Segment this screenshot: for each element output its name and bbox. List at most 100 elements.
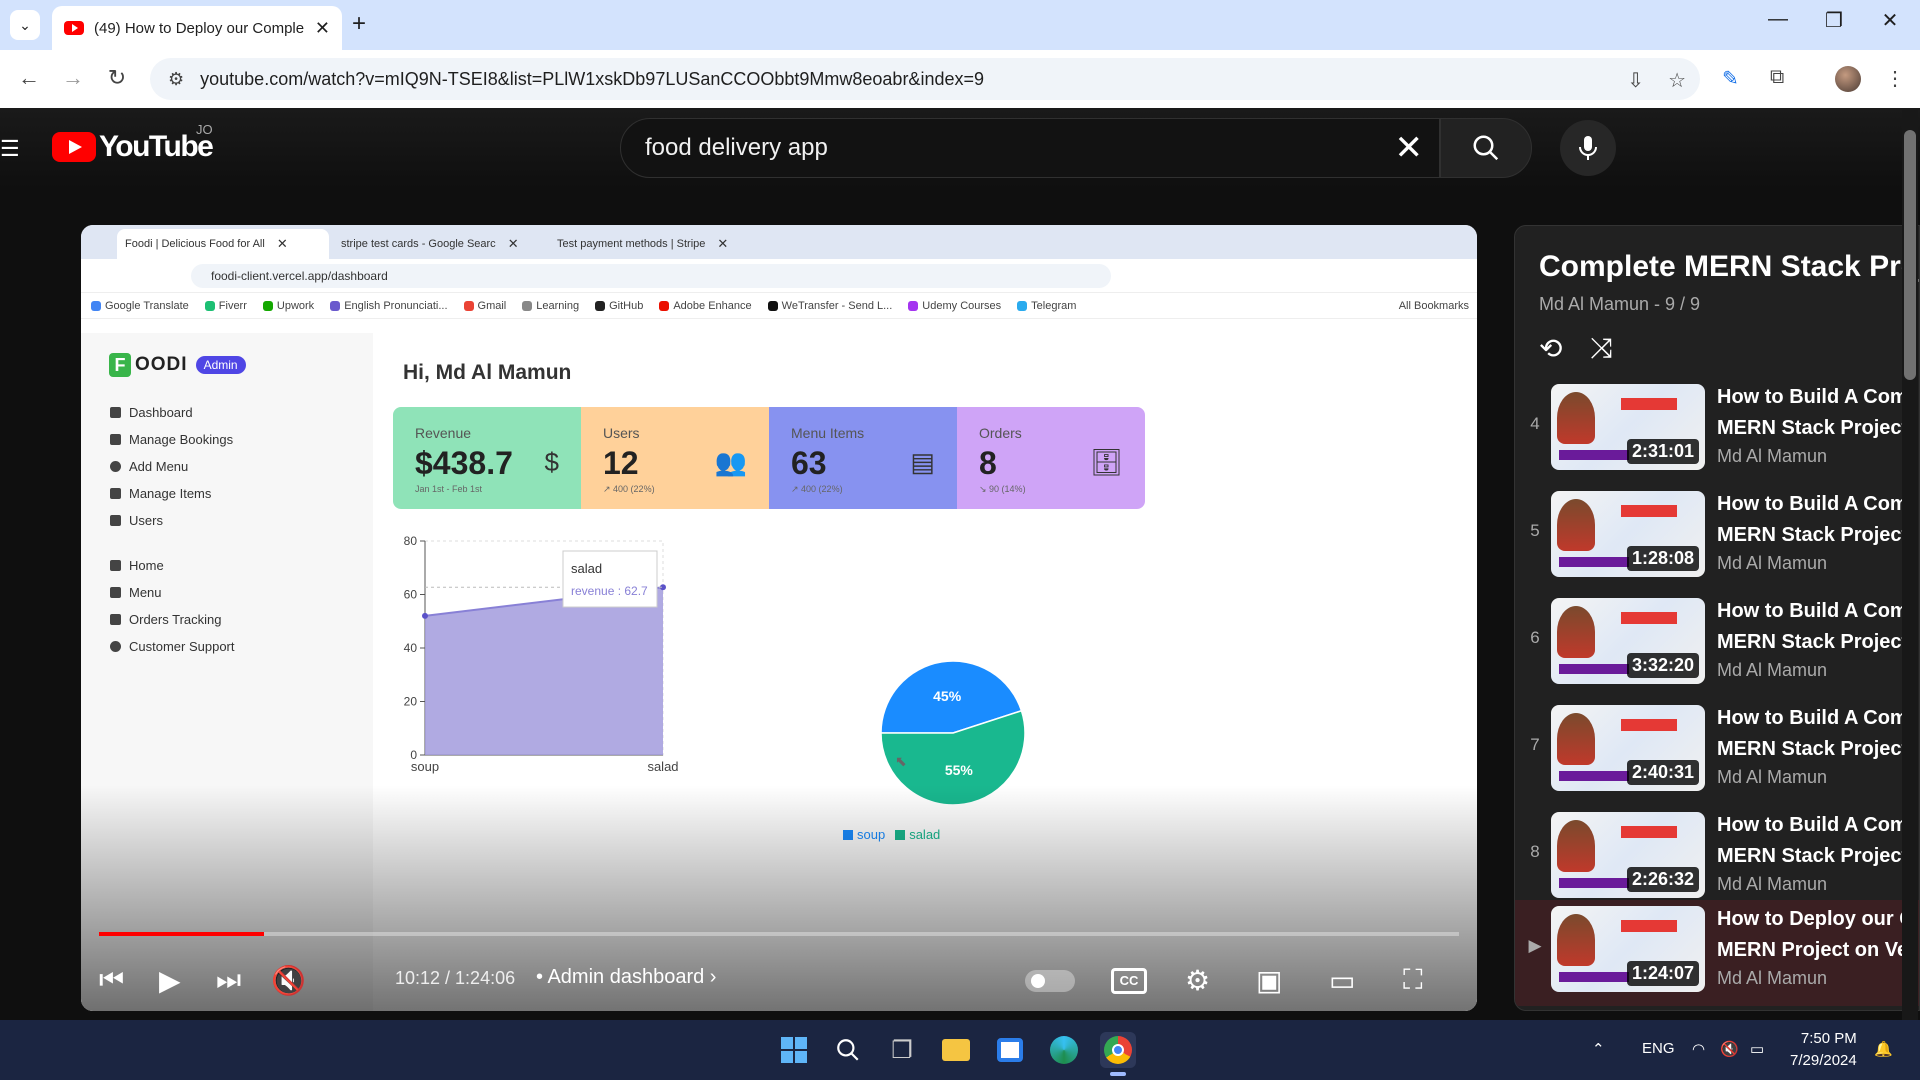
task-view-icon[interactable]: ❐ — [884, 1032, 920, 1068]
next-icon[interactable]: ⏭ — [216, 964, 241, 997]
tooltip-value: revenue : 62.7 — [571, 584, 648, 598]
browser-tab-strip: ⌄ (49) How to Deploy our Comple ✕ + — ❐ … — [0, 0, 1920, 50]
menu-icon[interactable]: ☰ — [0, 136, 20, 162]
tab-search-button[interactable]: ⌄ — [10, 10, 40, 40]
close-window-button[interactable]: ✕ — [1870, 8, 1910, 33]
more-menu-icon[interactable]: ⋮ — [1885, 66, 1905, 91]
video-author: Md Al Mamun — [1717, 660, 1828, 680]
video-tab-label: Test payment methods | Stripe — [557, 238, 706, 250]
close-icon[interactable]: ✕ — [315, 18, 330, 39]
video-author: Md Al Mamun — [1717, 553, 1828, 573]
search-query: food delivery app — [645, 134, 828, 161]
bookmark-item: Gmail — [463, 300, 506, 312]
video-thumbnail: 2:26:32 — [1551, 812, 1705, 898]
video-thumbnail: 1:28:08 — [1551, 491, 1705, 577]
video-player[interactable]: Foodi | Delicious Food for All ✕ stripe t… — [81, 225, 1477, 1011]
y-tick-label: 80 — [404, 534, 418, 548]
language-indicator[interactable]: ENG — [1642, 1040, 1675, 1057]
chrome-icon[interactable] — [1100, 1032, 1136, 1068]
search-input[interactable]: food delivery app ✕ — [620, 118, 1440, 178]
voice-search-button[interactable] — [1560, 120, 1616, 176]
video-author: Md Al Mamun — [1717, 767, 1828, 787]
country-code: JO — [196, 122, 213, 137]
system-clock[interactable]: 7:50 PM 7/29/2024 — [1790, 1028, 1857, 1072]
dashboard-icon — [110, 407, 121, 418]
muted-volume-icon[interactable]: 🔇 — [271, 964, 306, 997]
bookmark-item: Fiverr — [204, 300, 247, 312]
profile-avatar[interactable] — [1835, 66, 1861, 92]
minimize-button[interactable]: — — [1758, 8, 1798, 31]
pie-label-soup: 45% — [933, 688, 962, 704]
miniplayer-icon[interactable]: ▣ — [1256, 964, 1282, 997]
playlist-item-current[interactable]: ▶ 1:24:07 How to Deploy our CompleteMERN… — [1515, 900, 1919, 1006]
scrollbar-thumb[interactable] — [1904, 130, 1916, 380]
volume-muted-icon[interactable]: 🔇 — [1720, 1040, 1739, 1058]
edit-icon — [110, 488, 121, 499]
video-thumbnail: 2:31:01 — [1551, 384, 1705, 470]
foodi-logo-mark: F — [109, 353, 131, 377]
forward-arrow-icon[interactable]: → — [58, 65, 88, 91]
theater-mode-icon[interactable]: ▭ — [1329, 964, 1355, 997]
cart-icon — [110, 587, 121, 598]
battery-icon[interactable]: ▭ — [1750, 1040, 1764, 1058]
video-author: Md Al Mamun — [1717, 874, 1828, 894]
chevron-up-icon[interactable]: ⌃ — [1592, 1040, 1605, 1058]
edge-icon[interactable] — [1046, 1032, 1082, 1068]
reload-icon[interactable]: ↻ — [102, 65, 132, 91]
browser-tab-youtube[interactable]: (49) How to Deploy our Comple ✕ — [52, 6, 342, 50]
subtitles-button[interactable]: CC — [1111, 968, 1147, 994]
address-bar[interactable]: ⚙ youtube.com/watch?v=mIQ9N-TSEI8&list=P… — [150, 58, 1700, 100]
loop-icon[interactable]: ⟲ — [1539, 332, 1562, 365]
tab-title: (49) How to Deploy our Comple — [94, 19, 305, 37]
windows-start-icon[interactable] — [776, 1032, 812, 1068]
previous-icon[interactable]: ⏮ — [99, 964, 124, 997]
site-info-icon[interactable]: ⚙ — [168, 69, 184, 90]
stat-card-users: Users 12 ↗ 400 (22%) 👥 — [581, 407, 769, 509]
restore-button[interactable]: ❐ — [1814, 8, 1854, 33]
fullscreen-icon[interactable]: ⛶ — [1403, 964, 1423, 997]
new-tab-button[interactable]: + — [352, 10, 366, 38]
playlist-item[interactable]: 8 2:26:32 How to Build A CompleteMERN St… — [1515, 806, 1919, 912]
shuffle-icon[interactable]: ⤨ — [1590, 332, 1612, 365]
playlist-item[interactable]: 7 2:40:31 How to Build A CompleteMERN St… — [1515, 699, 1919, 805]
home-icon — [110, 560, 121, 571]
file-explorer-icon[interactable] — [938, 1032, 974, 1068]
search-icon[interactable] — [830, 1032, 866, 1068]
install-app-icon[interactable]: ⇩ — [1627, 68, 1644, 93]
windows-taskbar: ❐ ⌃ ENG ◠ 🔇 ▭ 7:50 PM 7/29/2024 🔔 — [0, 1020, 1920, 1080]
playlist-title[interactable]: Complete MERN Stack Projects — [1539, 250, 1919, 284]
search-button[interactable] — [1440, 118, 1532, 178]
settings-gear-icon[interactable]: ⚙ — [1185, 964, 1210, 997]
playlist-actions: ⟲ ⤨ — [1539, 332, 1613, 365]
bookmark-star-icon[interactable]: ☆ — [1668, 68, 1686, 93]
playlist-item[interactable]: 6 3:32:20 How to Build A CompleteMERN St… — [1515, 592, 1919, 698]
bookmark-item: Udemy Courses — [908, 300, 1001, 312]
video-title: How to Build A CompleteMERN Stack Projec… — [1717, 493, 1917, 546]
wifi-icon[interactable]: ◠ — [1692, 1040, 1705, 1058]
playlist-item[interactable]: 4 2:31:01 How to Build A CompleteMERN St… — [1515, 378, 1919, 484]
autoplay-toggle[interactable] — [1025, 970, 1075, 992]
clear-search-icon[interactable]: ✕ — [1395, 128, 1424, 168]
back-arrow-icon[interactable]: ← — [14, 65, 44, 91]
bookmark-item: Adobe Enhance — [659, 300, 752, 312]
playlist-item[interactable]: 5 1:28:08 How to Build A CompleteMERN St… — [1515, 485, 1919, 591]
all-bookmarks: All Bookmarks — [1398, 299, 1469, 312]
youtube-logo[interactable]: YouTube — [52, 130, 214, 164]
foodi-menu-support: Customer Support — [110, 639, 235, 654]
x-tick-label: soup — [411, 759, 439, 774]
chapter-title[interactable]: • Admin dashboard › — [536, 966, 716, 989]
page-scrollbar[interactable] — [1902, 110, 1918, 1020]
progress-bar[interactable] — [99, 932, 1459, 936]
video-tab-foodi: Foodi | Delicious Food for All ✕ — [117, 229, 329, 259]
extensions-icon[interactable]: ⧉ — [1770, 66, 1784, 89]
microphone-icon — [1579, 136, 1597, 160]
microsoft-store-icon[interactable] — [992, 1032, 1028, 1068]
notification-bell-icon[interactable]: 🔔 — [1874, 1040, 1893, 1058]
y-tick-label: 60 — [404, 588, 418, 602]
foodi-menu-bookings: Manage Bookings — [110, 432, 233, 447]
play-icon[interactable]: ▶ — [159, 964, 181, 997]
foodi-menu-add-menu: Add Menu — [110, 459, 188, 474]
pen-icon[interactable]: ✎ — [1722, 66, 1739, 91]
now-playing-icon: ▶ — [1528, 936, 1542, 955]
bookmark-item: Google Translate — [91, 300, 189, 312]
